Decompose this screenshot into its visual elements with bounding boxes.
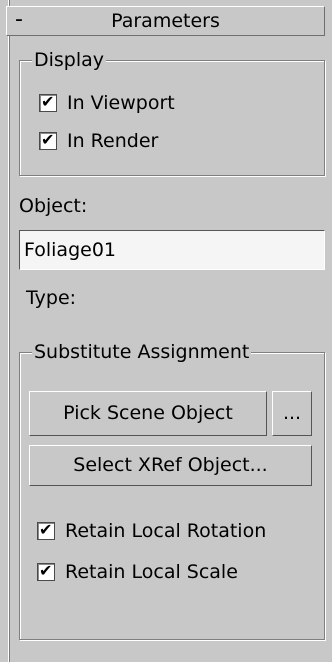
rollout-title: Parameters <box>111 10 220 32</box>
retain-local-scale-row[interactable]: ✔ Retain Local Scale <box>37 560 238 584</box>
checkmark-icon: ✔ <box>41 92 55 111</box>
retain-local-scale-label: Retain Local Scale <box>65 561 238 583</box>
object-label: Object: <box>19 195 88 217</box>
in-viewport-label: In Viewport <box>67 92 175 114</box>
in-render-checkbox[interactable]: ✔ <box>39 130 57 150</box>
retain-local-rotation-row[interactable]: ✔ Retain Local Rotation <box>37 519 266 543</box>
checkmark-icon: ✔ <box>39 520 53 539</box>
retain-local-rotation-label: Retain Local Rotation <box>65 520 267 542</box>
in-render-checkbox-row[interactable]: ✔ In Render <box>39 129 158 153</box>
display-group: Display ✔ In Viewport ✔ In Render <box>19 48 325 176</box>
object-name-field[interactable]: Foliage01 <box>19 230 325 270</box>
in-render-label: In Render <box>67 130 159 152</box>
more-options-button[interactable]: ... <box>272 391 312 436</box>
parameters-rollout-header[interactable]: - Parameters <box>6 6 325 36</box>
in-viewport-checkbox-row[interactable]: ✔ In Viewport <box>39 91 175 115</box>
retain-local-scale-checkbox[interactable]: ✔ <box>37 561 55 581</box>
type-label: Type: <box>26 287 77 309</box>
in-viewport-checkbox[interactable]: ✔ <box>39 92 57 112</box>
substitute-assignment-legend: Substitute Assignment <box>32 340 252 364</box>
select-xref-object-button[interactable]: Select XRef Object... <box>29 445 312 486</box>
object-name-value: Foliage01 <box>24 239 117 261</box>
display-group-legend: Display <box>32 48 107 72</box>
substitute-assignment-group: Substitute Assignment Pick Scene Object … <box>19 340 325 640</box>
checkmark-icon: ✔ <box>39 561 53 580</box>
pick-scene-object-button[interactable]: Pick Scene Object <box>29 391 267 436</box>
checkmark-icon: ✔ <box>41 130 55 149</box>
retain-local-rotation-checkbox[interactable]: ✔ <box>37 520 55 540</box>
